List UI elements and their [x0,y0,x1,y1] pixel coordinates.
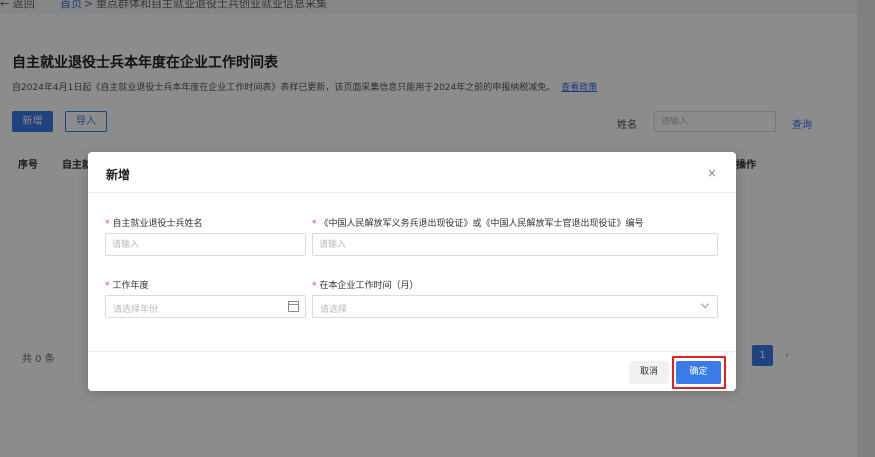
work-months-select[interactable]: 请选择 [312,295,718,318]
discharge-cert-number-label-text: 《中国人民解放军义务兵退出现役证》或《中国人民解放军士官退出现役证》编号 [319,219,644,229]
dialog-footer-divider [88,351,736,352]
work-year-placeholder: 请选择年份 [113,305,159,315]
work-months-label-text: 在本企业工作时间（月） [319,281,419,291]
required-mark: * [312,219,317,229]
work-months-label: * 在本企业工作时间（月） [312,278,419,291]
required-mark: * [105,219,110,229]
soldier-name-label-text: 自主就业退役士兵姓名 [112,219,203,229]
calendar-icon [288,301,299,312]
work-months-placeholder: 请选择 [320,305,348,315]
work-year-label-text: 工作年度 [112,281,149,291]
soldier-name-input[interactable] [105,233,306,256]
discharge-cert-number-label: * 《中国人民解放军义务兵退出现役证》或《中国人民解放军士官退出现役证》编号 [312,216,644,229]
discharge-cert-number-input[interactable] [312,233,718,256]
close-icon[interactable]: × [702,163,722,183]
required-mark: * [105,281,110,291]
required-mark: * [312,281,317,291]
cancel-button[interactable]: 取消 [629,361,669,384]
work-year-label: * 工作年度 [105,278,149,291]
confirm-button[interactable]: 确定 [676,361,721,384]
dialog-header-divider [88,192,736,193]
add-dialog: 新增 × *自主就业退役士兵姓名 *《中国人民解放军义务兵退出现役证》或《中国人… [88,152,736,391]
soldier-name-label: * 自主就业退役士兵姓名 [105,216,203,229]
chevron-down-icon [700,299,710,309]
work-year-picker[interactable]: 请选择年份 [105,295,306,318]
dialog-title: 新增 [106,168,131,182]
